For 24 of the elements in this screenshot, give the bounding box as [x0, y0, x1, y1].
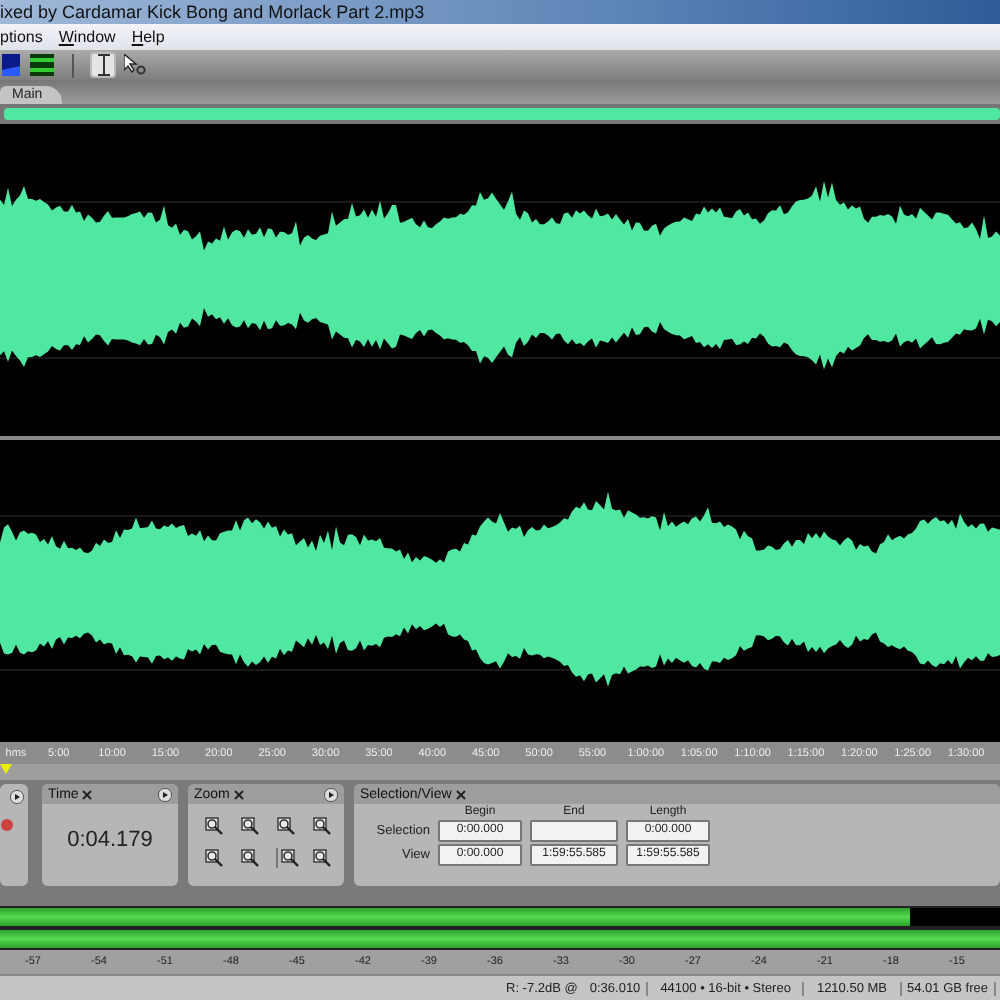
close-icon[interactable]: [233, 789, 244, 799]
pointer-icon[interactable]: [122, 52, 148, 78]
text-cursor-icon[interactable]: [90, 52, 116, 78]
magnifier-icon[interactable]: [312, 848, 332, 868]
magnifier-icon[interactable]: [240, 816, 260, 836]
waveform-view-icon[interactable]: [28, 52, 56, 78]
panel-menu-icon[interactable]: [10, 790, 24, 804]
menu-item[interactable]: Help: [131, 28, 165, 46]
magnifier-icon[interactable]: [312, 816, 332, 836]
panel-menu-icon[interactable]: [324, 787, 338, 801]
magnifier-icon[interactable]: [276, 816, 296, 836]
time-display: 0:04.179: [65, 828, 155, 852]
close-icon[interactable]: [455, 789, 466, 799]
magnifier-icon[interactable]: [204, 848, 224, 868]
spectral-view-icon[interactable]: [0, 52, 22, 78]
magnifier-icon[interactable]: [204, 816, 224, 836]
menu-item[interactable]: ptions: [0, 28, 43, 46]
panel-menu-icon[interactable]: [158, 787, 172, 801]
magnifier-icon[interactable]: [240, 848, 260, 868]
menu-item[interactable]: Window: [58, 28, 116, 46]
magnifier-icon[interactable]: [276, 848, 300, 868]
end-field[interactable]: [530, 820, 618, 842]
window-title: ixed by Cardamar Kick Bong and Morlack Part 2.mp3: [0, 2, 425, 22]
close-icon[interactable]: [82, 789, 93, 799]
